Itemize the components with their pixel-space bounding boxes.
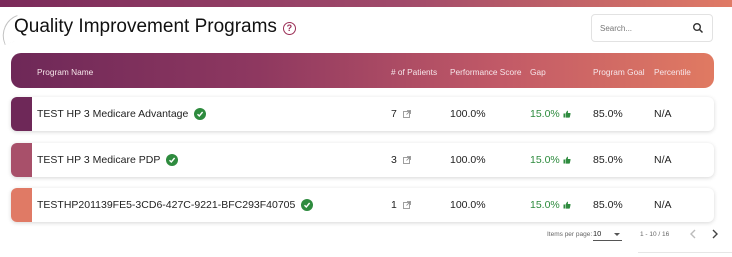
search-box[interactable] xyxy=(591,14,713,42)
check-circle-icon xyxy=(166,154,179,166)
program-name[interactable]: TEST HP 3 Medicare Advantage xyxy=(37,108,188,120)
items-per-page-label: Items per page: xyxy=(547,231,593,238)
items-per-page-value: 10 xyxy=(593,229,602,238)
caret-down-icon xyxy=(614,233,620,236)
external-link-icon[interactable] xyxy=(402,201,411,209)
patient-count[interactable]: 1 xyxy=(391,199,397,211)
prev-page-button[interactable] xyxy=(686,226,700,242)
col-program-goal[interactable]: Program Goal xyxy=(593,67,645,77)
patient-count[interactable]: 7 xyxy=(391,108,397,120)
chevron-right-icon xyxy=(712,229,718,239)
program-name[interactable]: TESTHP201139FE5-3CD6-427C-9221-BFC293F40… xyxy=(37,199,295,211)
gap-value: 15.0% xyxy=(530,199,560,211)
program-goal: 85.0% xyxy=(593,108,623,120)
thumbs-up-icon xyxy=(563,156,571,164)
performance-score: 100.0% xyxy=(450,108,486,120)
program-goal: 85.0% xyxy=(593,199,623,211)
gap-value: 15.0% xyxy=(530,154,560,166)
percentile: N/A xyxy=(654,154,672,166)
thumbs-up-icon xyxy=(563,110,571,118)
percentile: N/A xyxy=(654,199,672,211)
col-performance-score[interactable]: Performance Score xyxy=(450,67,521,77)
row-color-swatch xyxy=(11,188,32,222)
table-row[interactable]: TEST HP 3 Medicare Advantage 7 100.0% 15… xyxy=(11,97,714,131)
page-title-wrap: Quality Improvement Programs ? xyxy=(14,16,296,38)
items-per-page-select[interactable]: 10 xyxy=(593,227,622,241)
performance-score: 100.0% xyxy=(450,154,486,166)
footer-divider xyxy=(638,252,732,253)
check-circle-icon xyxy=(194,108,207,120)
check-circle-icon xyxy=(301,199,314,211)
program-goal: 85.0% xyxy=(593,154,623,166)
external-link-icon[interactable] xyxy=(402,110,411,118)
page-title: Quality Improvement Programs xyxy=(14,16,277,37)
thumbs-up-icon xyxy=(563,201,571,209)
col-gap[interactable]: Gap xyxy=(530,67,546,77)
performance-score: 100.0% xyxy=(450,199,486,211)
col-percentile[interactable]: Percentile xyxy=(654,67,691,77)
chevron-left-icon xyxy=(690,229,696,239)
next-page-button[interactable] xyxy=(708,226,722,242)
table-header: Program Name # of Patients Performance S… xyxy=(11,53,714,88)
external-link-icon[interactable] xyxy=(402,156,411,164)
row-color-swatch xyxy=(11,143,32,177)
search-icon[interactable] xyxy=(692,22,704,34)
table-row[interactable]: TEST HP 3 Medicare PDP 3 100.0% 15.0% 85… xyxy=(11,143,714,177)
col-program-name[interactable]: Program Name xyxy=(37,67,93,77)
row-color-swatch xyxy=(11,97,32,131)
program-name[interactable]: TEST HP 3 Medicare PDP xyxy=(37,154,160,166)
top-accent-bar xyxy=(0,0,732,7)
col-patients[interactable]: # of Patients xyxy=(391,67,437,77)
search-input[interactable] xyxy=(600,23,690,33)
help-icon[interactable]: ? xyxy=(282,21,296,35)
patient-count[interactable]: 3 xyxy=(391,154,397,166)
pagination-range: 1 - 10 / 16 xyxy=(640,231,670,238)
table-row[interactable]: TESTHP201139FE5-3CD6-427C-9221-BFC293F40… xyxy=(11,188,714,222)
percentile: N/A xyxy=(654,108,672,120)
gap-value: 15.0% xyxy=(530,108,560,120)
